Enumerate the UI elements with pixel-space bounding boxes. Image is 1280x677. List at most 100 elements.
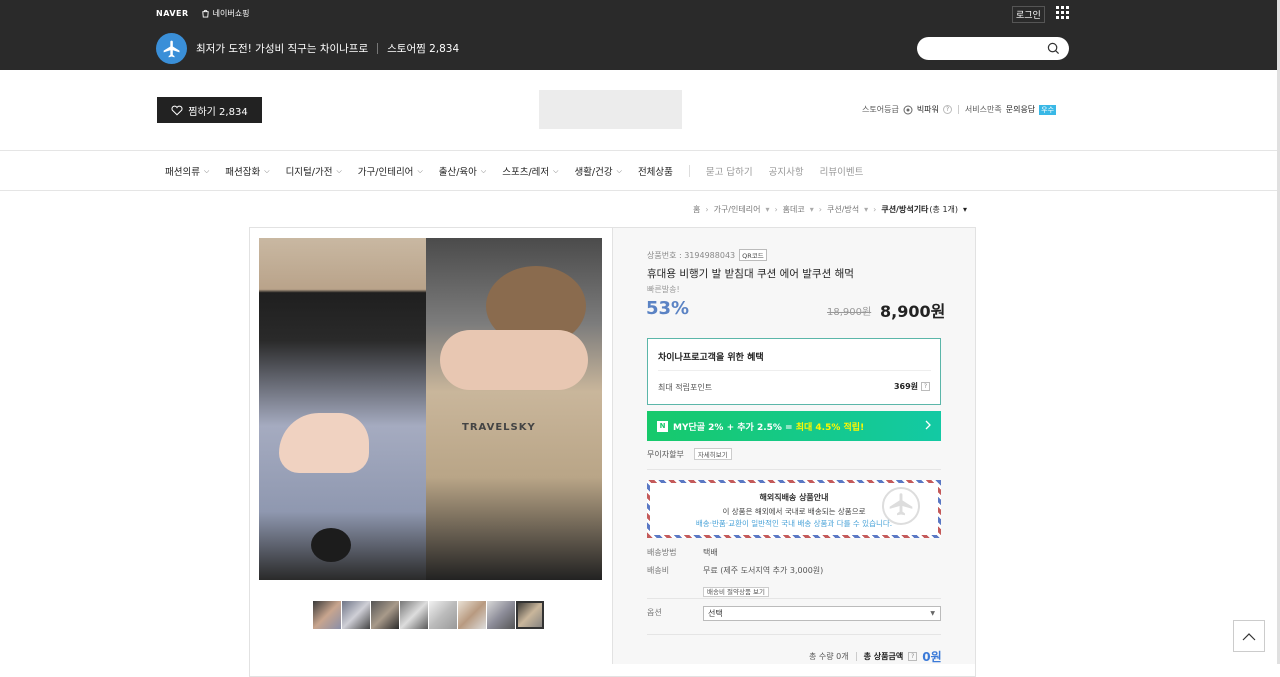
total-summary: 총 수량 0개 총 상품금액 ? 0원 xyxy=(809,648,942,665)
breadcrumb-count: (총 1개) xyxy=(929,205,959,214)
nav-item[interactable]: 전체상품 xyxy=(638,164,673,178)
naver-n-icon: N xyxy=(657,420,668,432)
thumbnail-strip xyxy=(313,601,544,629)
promo-text-b: 최대 4.5% 적립! xyxy=(795,422,865,433)
overseas-line-2: 배송·반품·교환이 일반적인 국내 배송 상품과 다를 수 있습니다. xyxy=(695,519,893,528)
foot-shape xyxy=(279,413,369,473)
nav-item[interactable]: 가구/인테리어 ⌵ xyxy=(358,164,423,179)
product-title: 휴대용 비행기 발 받침대 쿠션 에어 발쿠션 해먹 xyxy=(647,268,854,280)
nav-item-label: 디지털/가전 xyxy=(285,167,333,178)
overseas-title: 해외직배송 상품안내 xyxy=(759,493,829,502)
scroll-to-top-button[interactable] xyxy=(1233,620,1265,652)
overseas-shipping-notice: 해외직배송 상품안내 이 상품은 해외에서 국내로 배송되는 상품으로 배송·반… xyxy=(647,480,941,538)
chevron-right-icon xyxy=(925,420,931,430)
breadcrumb-item[interactable]: 가구/인테리어 xyxy=(714,204,761,215)
divider xyxy=(957,105,959,114)
dropdown-arrow-icon: ▼ xyxy=(930,610,935,617)
shipping-fee-value: 무료 (제주 도서지역 추가 3,000원) xyxy=(703,566,824,575)
grade-label: 스토어등급 xyxy=(862,105,899,114)
store-banner-logo[interactable] xyxy=(539,90,682,129)
arm-shape xyxy=(440,330,588,390)
chevron-down-icon[interactable]: ▾ xyxy=(963,205,967,214)
chevron-right-icon: › xyxy=(818,205,822,214)
product-main-image[interactable]: TRAVELSKY xyxy=(259,238,602,580)
thumbnail[interactable] xyxy=(429,601,457,629)
original-price: 18,900원 xyxy=(827,307,872,318)
overseas-line-1: 이 상품은 해외에서 국내로 배송되는 상품으로 xyxy=(722,507,866,516)
naver-logo[interactable]: NAVER xyxy=(156,9,189,18)
fav-button[interactable]: 찜하기 2,834 xyxy=(157,97,262,123)
store-name[interactable]: 최저가 도전! 가성비 직구는 차이나프로 xyxy=(196,41,368,56)
fee-saving-wrap: 배송비 절약상품 보기 xyxy=(703,579,769,598)
chevron-down-icon: ⌵ xyxy=(553,166,559,175)
service-label: 서비스만족 xyxy=(964,105,1002,114)
help-icon[interactable]: ? xyxy=(908,652,918,661)
chevron-right-icon: › xyxy=(873,205,877,214)
total-amount-label: 총 상품금액 xyxy=(863,652,904,661)
qr-code-button[interactable]: QR코드 xyxy=(739,249,767,261)
thumbnail[interactable] xyxy=(313,601,341,629)
thumbnail[interactable] xyxy=(342,601,370,629)
shipping-method-value: 택배 xyxy=(703,548,718,557)
nav-item-label: 패션의류 xyxy=(165,167,200,178)
thumbnail[interactable] xyxy=(371,601,399,629)
discount-rate: 53% xyxy=(646,298,690,319)
nav-extra-item[interactable]: 리뷰이벤트 xyxy=(820,164,864,178)
breadcrumb: 홈 › 가구/인테리어 ▾ › 홈데코 ▾ › 쿠션/방석 ▾ › 쿠션/방석기타 (총 1개) ▾ xyxy=(693,204,967,215)
nav-item[interactable]: 디지털/가전 ⌵ xyxy=(285,164,342,179)
fast-shipping-label: 빠른발송! xyxy=(647,285,680,294)
chevron-down-icon[interactable]: ▾ xyxy=(765,205,769,214)
fee-saving-products-button[interactable]: 배송비 절약상품 보기 xyxy=(703,587,769,597)
search-icon[interactable] xyxy=(1047,42,1060,55)
chevron-down-icon: ⌵ xyxy=(417,166,423,175)
points-value-row: 369원 ? xyxy=(894,381,930,392)
divider xyxy=(855,652,857,661)
benefit-title: 차이나프로고객을 위한 혜택 xyxy=(658,353,764,363)
search-input[interactable] xyxy=(917,37,1069,60)
nav-item[interactable]: 패션의류 ⌵ xyxy=(165,164,209,179)
apps-grid-icon[interactable] xyxy=(1056,6,1069,19)
thumbnail[interactable] xyxy=(458,601,486,629)
login-button[interactable]: 로그인 xyxy=(1012,6,1045,23)
shipping-method-label: 배송방법 xyxy=(647,548,677,557)
naver-shopping-link[interactable]: 네이버쇼핑 xyxy=(201,8,250,19)
nav-item[interactable]: 패션잡화 ⌵ xyxy=(225,164,269,179)
grade-medal-icon xyxy=(903,105,913,114)
points-label: 최대 적립포인트 xyxy=(658,383,713,392)
breadcrumb-item[interactable]: 홈데코 xyxy=(783,204,805,215)
breadcrumb-item[interactable]: 쿠션/방석 xyxy=(827,204,859,215)
naver-shopping-label: 네이버쇼핑 xyxy=(212,8,250,18)
chevron-down-icon[interactable]: ▾ xyxy=(864,205,868,214)
interest-free-detail-button[interactable]: 자세히보기 xyxy=(693,448,732,460)
nav-item[interactable]: 스포츠/레저 ⌵ xyxy=(502,164,559,179)
image-right-half: TRAVELSKY xyxy=(426,238,602,580)
my-regular-promo-banner[interactable]: N MY단골 2% + 추가 2.5% = 최대 4.5% 적립! xyxy=(647,411,941,441)
option-select[interactable]: 선택 ▼ xyxy=(703,606,941,621)
nav-extra-item[interactable]: 묻고 답하기 xyxy=(706,164,753,178)
help-icon[interactable]: ? xyxy=(942,105,952,114)
interest-free-label: 무이자할부 xyxy=(647,449,684,459)
thumbnail[interactable] xyxy=(487,601,515,629)
breadcrumb-item[interactable]: 홈 xyxy=(693,204,700,215)
thumbnail[interactable] xyxy=(400,601,428,629)
total-amount: 0원 xyxy=(922,650,942,664)
nav-item[interactable]: 생활/건강 ⌵ xyxy=(574,164,621,179)
nav-item[interactable]: 출산/육아 ⌵ xyxy=(439,164,486,179)
chevron-down-icon: ⌵ xyxy=(336,166,342,175)
promo-text-a: MY단골 2% + 추가 2.5% = xyxy=(673,422,796,433)
divider xyxy=(612,228,613,664)
divider xyxy=(647,469,941,470)
store-grades: 스토어등급 빅파워 ? 서비스만족 문의응답 우수 xyxy=(862,104,1057,115)
points-value: 369원 xyxy=(893,382,918,391)
thumbnail-selected[interactable] xyxy=(516,601,544,629)
pillow-brand-text: TRAVELSKY xyxy=(462,422,536,433)
help-icon[interactable]: ? xyxy=(921,382,930,391)
image-left-half xyxy=(259,238,426,580)
chevron-up-icon xyxy=(1242,632,1256,640)
chevron-down-icon[interactable]: ▾ xyxy=(810,205,814,214)
breadcrumb-current[interactable]: 쿠션/방석기타 xyxy=(881,204,928,215)
store-logo[interactable] xyxy=(156,33,187,64)
nav-extra-item[interactable]: 공지사항 xyxy=(769,164,804,178)
promo-text: MY단골 2% + 추가 2.5% = 최대 4.5% 적립! xyxy=(673,420,864,433)
fav-button-label: 찜하기 2,834 xyxy=(188,106,248,118)
